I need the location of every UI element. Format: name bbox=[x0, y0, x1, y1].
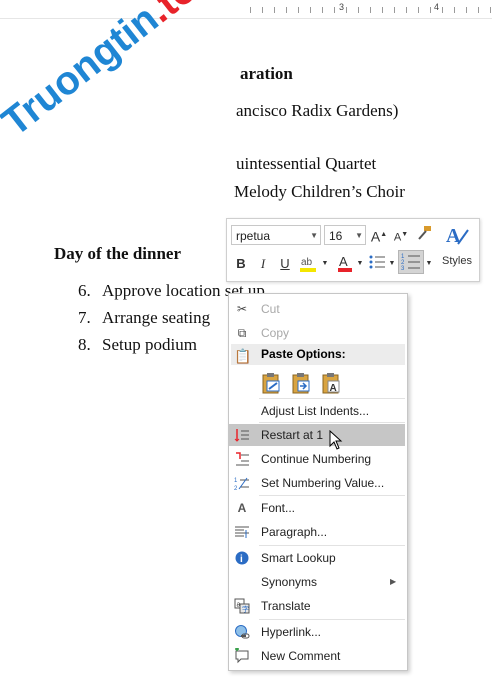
menu-item-label: Synonyms bbox=[261, 575, 318, 589]
menu-separator bbox=[259, 619, 405, 620]
heading-fragment: aration bbox=[240, 64, 293, 83]
styles-label: Styles bbox=[442, 255, 472, 267]
menu-item-label: Hyperlink... bbox=[261, 625, 322, 639]
chevron-down-icon[interactable]: ▼ bbox=[356, 255, 364, 273]
text-highlight-icon[interactable]: ab bbox=[297, 253, 319, 278]
text-line: uintessential Quartet bbox=[236, 154, 377, 173]
list-item: Setup podium bbox=[102, 335, 197, 354]
text-line: ancisco Radix Gardens) bbox=[236, 101, 399, 120]
chevron-down-icon[interactable]: ▼ bbox=[425, 255, 433, 273]
translate-icon: a字 bbox=[234, 598, 250, 614]
chevron-right-icon: ▶ bbox=[390, 577, 397, 586]
bold-icon[interactable]: B bbox=[233, 255, 249, 273]
paste-options-label: Paste Options: bbox=[261, 347, 346, 361]
menu-separator bbox=[259, 545, 405, 546]
svg-text:字: 字 bbox=[242, 605, 249, 614]
paragraph-icon bbox=[234, 524, 250, 540]
menu-item-continue-numbering[interactable]: Continue Numbering bbox=[229, 448, 405, 470]
menu-separator bbox=[259, 398, 405, 399]
menu-item-label: Smart Lookup bbox=[261, 551, 336, 565]
font-name-field[interactable]: rpetua ▼ bbox=[231, 225, 321, 245]
menu-separator bbox=[259, 422, 405, 423]
menu-separator bbox=[259, 495, 405, 496]
svg-text:ab: ab bbox=[301, 257, 313, 268]
paste-text-only-icon[interactable]: A bbox=[320, 372, 342, 394]
font-size-value: 16 bbox=[329, 229, 343, 243]
menu-item-font[interactable]: A Font... bbox=[229, 497, 405, 519]
clipboard-icon: 📋 bbox=[234, 348, 252, 364]
svg-text:A: A bbox=[339, 254, 348, 269]
font-name-value: rpetua bbox=[236, 229, 271, 243]
list-item-number: 6. bbox=[78, 281, 91, 300]
paste-options-header: 📋 Paste Options: bbox=[231, 344, 405, 365]
menu-item-label: Copy bbox=[261, 326, 290, 340]
menu-item-copy[interactable]: ⧉ Copy bbox=[229, 322, 405, 344]
set-numbering-value-icon: 12 bbox=[234, 475, 250, 492]
font-icon: A bbox=[237, 501, 247, 515]
text-line: Melody Children’s Choir bbox=[234, 182, 405, 201]
menu-item-cut[interactable]: ✂ Cut bbox=[229, 298, 405, 320]
new-comment-icon bbox=[234, 647, 250, 664]
menu-item-new-comment[interactable]: New Comment bbox=[229, 645, 405, 667]
svg-text:1: 1 bbox=[234, 478, 238, 484]
menu-item-label: Paragraph... bbox=[261, 525, 328, 539]
chevron-down-icon[interactable]: ▼ bbox=[321, 255, 329, 273]
shrink-font-icon[interactable]: A▼ bbox=[392, 226, 410, 247]
font-color-icon[interactable]: A bbox=[335, 253, 355, 278]
underline-icon[interactable]: U bbox=[277, 255, 293, 273]
menu-item-label: Restart at 1 bbox=[261, 428, 324, 442]
menu-item-paragraph[interactable]: Paragraph... bbox=[229, 521, 405, 543]
scissors-icon: ✂ bbox=[236, 302, 248, 316]
styles-button[interactable]: A Styles bbox=[441, 222, 473, 278]
font-size-field[interactable]: 16 ▼ bbox=[324, 225, 366, 245]
svg-text:i: i bbox=[240, 554, 243, 565]
menu-item-label: Translate bbox=[261, 599, 311, 613]
section-heading: Day of the dinner bbox=[54, 244, 182, 263]
menu-item-synonyms[interactable]: Synonyms ▶ bbox=[229, 571, 405, 593]
chevron-down-icon: ▼ bbox=[355, 231, 363, 240]
context-menu: ✂ Cut ⧉ Copy 📋 Paste Options: A Adjust L… bbox=[228, 293, 408, 671]
menu-item-adjust-list-indents[interactable]: Adjust List Indents... bbox=[229, 400, 405, 422]
chevron-down-icon: ▼ bbox=[310, 231, 318, 240]
menu-item-label: Continue Numbering bbox=[261, 452, 372, 466]
svg-text:2: 2 bbox=[234, 486, 238, 491]
menu-item-label: Set Numbering Value... bbox=[261, 476, 385, 490]
paste-keep-formatting-icon[interactable] bbox=[260, 372, 282, 394]
chevron-down-icon[interactable]: ▼ bbox=[388, 255, 396, 273]
menu-item-smart-lookup[interactable]: i Smart Lookup bbox=[229, 547, 405, 569]
menu-item-hyperlink[interactable]: Hyperlink... bbox=[229, 621, 405, 643]
copy-icon: ⧉ bbox=[237, 326, 247, 340]
menu-item-label: Font... bbox=[261, 501, 296, 515]
svg-text:3: 3 bbox=[401, 266, 405, 271]
grow-font-icon[interactable]: A▲ bbox=[370, 226, 388, 246]
list-item: Arrange seating bbox=[102, 308, 211, 327]
menu-item-label: New Comment bbox=[261, 649, 341, 663]
bullets-icon[interactable] bbox=[367, 253, 387, 276]
svg-text:A: A bbox=[330, 383, 337, 394]
continue-numbering-icon bbox=[234, 451, 250, 467]
list-item-number: 8. bbox=[78, 335, 91, 354]
paste-merge-formatting-icon[interactable] bbox=[290, 372, 312, 394]
styles-icon: A bbox=[446, 225, 469, 247]
list-item-number: 7. bbox=[78, 308, 91, 327]
menu-item-restart-at-1[interactable]: Restart at 1 bbox=[229, 424, 405, 450]
smart-lookup-icon: i bbox=[234, 550, 250, 566]
menu-item-label: Adjust List Indents... bbox=[261, 404, 370, 418]
italic-icon[interactable]: I bbox=[255, 255, 271, 273]
numbering-icon[interactable]: 123 bbox=[398, 250, 424, 274]
hyperlink-icon bbox=[234, 624, 250, 640]
menu-item-set-numbering-value[interactable]: 12 Set Numbering Value... bbox=[229, 472, 405, 494]
menu-item-translate[interactable]: a字 Translate bbox=[229, 595, 405, 617]
mini-toolbar: rpetua ▼ 16 ▼ A▲ A▼ A Styles B I U ab ▼ … bbox=[226, 218, 480, 282]
format-painter-icon[interactable] bbox=[414, 224, 434, 247]
restart-numbering-icon bbox=[234, 427, 250, 443]
menu-item-label: Cut bbox=[261, 302, 280, 316]
